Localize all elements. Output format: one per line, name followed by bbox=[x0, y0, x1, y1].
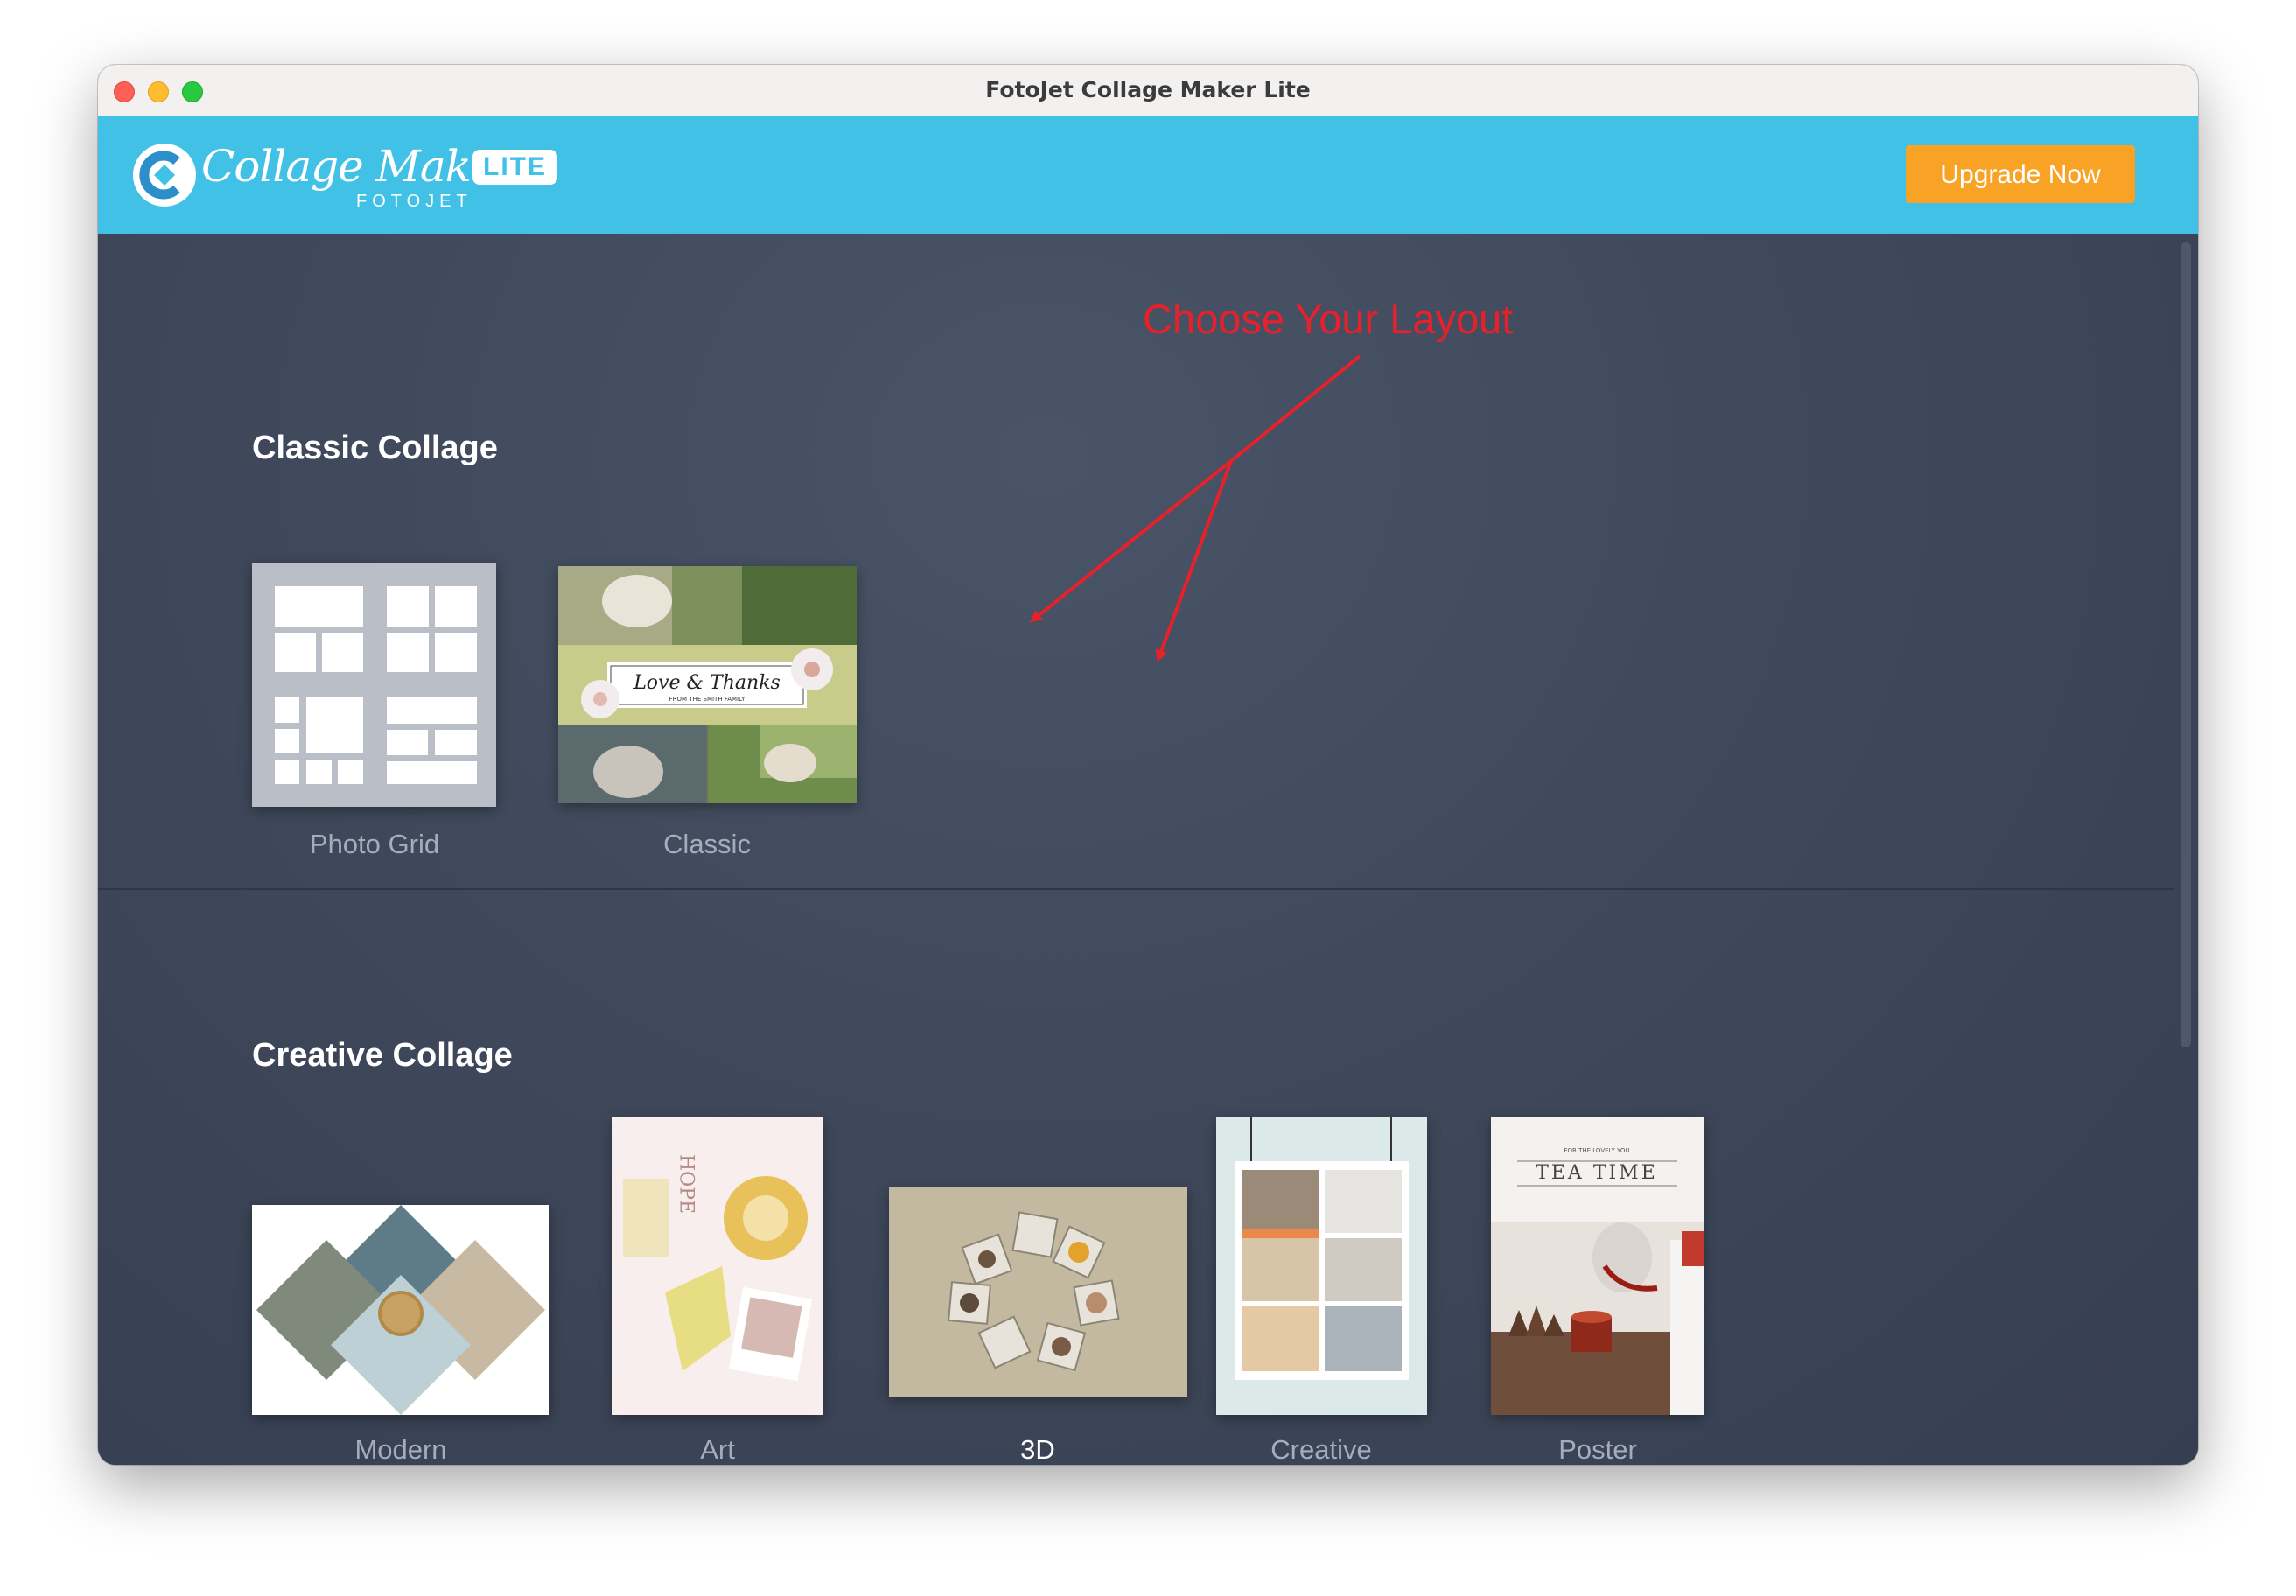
app-window: FotoJet Collage Maker Lite Collage Maker… bbox=[98, 65, 2198, 1465]
logo-subtitle: FOTOJET bbox=[356, 192, 472, 211]
app-logo: Collage Maker FOTOJET LITE bbox=[133, 141, 557, 211]
layout-card-modern[interactable]: Modern bbox=[252, 1205, 602, 1465]
creative-thumbnail bbox=[1216, 1117, 1427, 1415]
classic-section-title: Classic Collage bbox=[252, 430, 498, 466]
modern-thumbnail bbox=[252, 1205, 550, 1415]
layout-card-classic[interactable]: Love & Thanks FROM THE SMITH FAMILY Clas… bbox=[558, 566, 908, 878]
window-title: FotoJet Collage Maker Lite bbox=[985, 77, 1311, 102]
layout-card-poster[interactable]: FOR THE LOVELY YOU TEA TIME Poster bbox=[1491, 1117, 1841, 1465]
upgrade-now-button[interactable]: Upgrade Now bbox=[1906, 145, 2135, 203]
classic-label: Classic bbox=[663, 829, 751, 859]
photo-grid-label: Photo Grid bbox=[309, 829, 440, 859]
art-thumbnail: HOPE bbox=[612, 1117, 823, 1415]
poster-top-line: FOR THE LOVELY YOU bbox=[1564, 1147, 1629, 1154]
photo-grid-thumbnail bbox=[252, 563, 496, 807]
app-header: Collage Maker FOTOJET LITE Upgrade Now bbox=[98, 116, 2198, 234]
logo-wordmark: Collage Maker bbox=[201, 141, 516, 192]
poster-title: TEA TIME bbox=[1536, 1162, 1658, 1184]
lite-badge: LITE bbox=[472, 150, 557, 185]
title-bar: FotoJet Collage Maker Lite bbox=[98, 65, 2198, 116]
classic-banner-title: Love & Thanks bbox=[633, 672, 780, 694]
creative-section-title: Creative Collage bbox=[252, 1037, 513, 1074]
fotojet-logo-icon bbox=[133, 144, 196, 206]
art-label: Art bbox=[700, 1434, 735, 1465]
3d-thumbnail bbox=[889, 1187, 1187, 1397]
poster-label: Poster bbox=[1558, 1434, 1637, 1465]
poster-thumbnail: FOR THE LOVELY YOU TEA TIME bbox=[1491, 1117, 1704, 1415]
classic-thumbnail: Love & Thanks FROM THE SMITH FAMILY bbox=[558, 566, 857, 803]
layout-card-3d[interactable]: 3D bbox=[889, 1187, 1239, 1465]
art-word: HOPE bbox=[676, 1154, 697, 1214]
section-divider bbox=[98, 888, 2174, 890]
classic-banner-subtitle: FROM THE SMITH FAMILY bbox=[669, 696, 746, 703]
layout-chooser: Choose Your Layout Classic Collage Photo… bbox=[98, 234, 2198, 1465]
modern-label: Modern bbox=[354, 1434, 447, 1465]
